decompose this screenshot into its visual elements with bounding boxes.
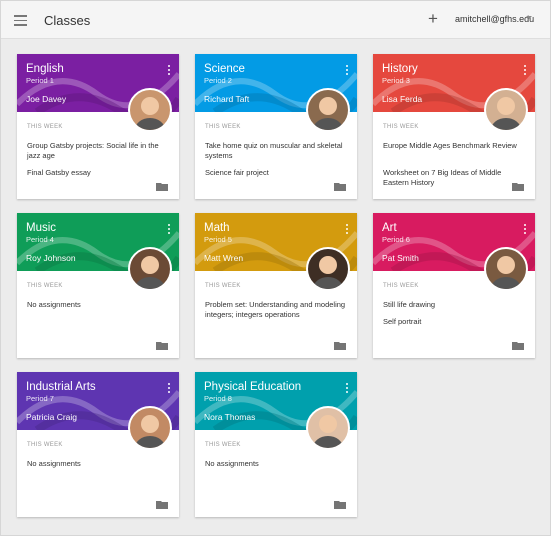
class-name[interactable]: Music: [26, 222, 56, 234]
this-week-label: THIS WEEK: [27, 124, 63, 130]
account-dropdown-icon[interactable]: [526, 16, 532, 19]
teacher-avatar: [306, 88, 350, 132]
teacher-name: Patricia Craig: [26, 412, 78, 422]
assignment-item[interactable]: Take home quiz on muscular and skeletal …: [205, 141, 347, 161]
class-card[interactable]: Art Period 6 Pat Smith THIS WEEK Still life …: [373, 213, 535, 358]
assignment-item[interactable]: Still life drawing: [383, 300, 525, 310]
folder-icon[interactable]: [334, 337, 346, 350]
this-week-label: THIS WEEK: [205, 442, 241, 448]
teacher-name: Pat Smith: [382, 253, 419, 263]
class-name[interactable]: Art: [382, 222, 397, 234]
folder-icon[interactable]: [334, 496, 346, 509]
teacher-avatar: [484, 88, 528, 132]
class-name[interactable]: Physical Education: [204, 381, 301, 393]
class-card[interactable]: Science Period 2 Richard Taft THIS WEEK Take…: [195, 54, 357, 199]
class-card[interactable]: History Period 3 Lisa Ferda THIS WEEK Europe…: [373, 54, 535, 199]
assignment-item[interactable]: Problem set: Understanding and modeling …: [205, 300, 347, 320]
assignment-item[interactable]: No assignments: [27, 459, 169, 469]
class-card[interactable]: Industrial Arts Period 7 Patricia Craig THI…: [17, 372, 179, 517]
folder-icon[interactable]: [512, 337, 524, 350]
folder-icon[interactable]: [156, 496, 168, 509]
teacher-name: Lisa Ferda: [382, 94, 423, 104]
assignment-item[interactable]: Worksheet on 7 Big Ideas of Middle Easte…: [383, 168, 525, 188]
teacher-name: Roy Johnson: [26, 253, 76, 263]
assignment-item[interactable]: Final Gatsby essay: [27, 168, 169, 178]
assignment-item[interactable]: Self portrait: [383, 317, 525, 327]
teacher-avatar: [484, 247, 528, 291]
page-title: Classes: [44, 13, 91, 28]
class-period: Period 7: [26, 394, 54, 403]
teacher-avatar: [128, 406, 172, 450]
class-card[interactable]: English Period 1 Joe Davey THIS WEEK Group G…: [17, 54, 179, 199]
folder-icon[interactable]: [512, 178, 524, 191]
teacher-name: Richard Taft: [204, 94, 250, 104]
this-week-label: THIS WEEK: [27, 283, 63, 289]
this-week-label: THIS WEEK: [383, 124, 419, 130]
teacher-avatar: [128, 88, 172, 132]
folder-icon[interactable]: [156, 337, 168, 350]
assignment-item[interactable]: No assignments: [27, 300, 169, 310]
more-options-icon[interactable]: [524, 65, 527, 77]
more-options-icon[interactable]: [346, 383, 349, 395]
folder-icon[interactable]: [156, 178, 168, 191]
class-card[interactable]: Physical Education Period 8 Nora Thomas THI…: [195, 372, 357, 517]
class-card[interactable]: Music Period 4 Roy Johnson THIS WEEK No assi…: [17, 213, 179, 358]
class-name[interactable]: Science: [204, 63, 245, 75]
more-options-icon[interactable]: [346, 65, 349, 77]
class-period: Period 8: [204, 394, 232, 403]
class-card[interactable]: Math Period 5 Matt Wren THIS WEEK Problem se…: [195, 213, 357, 358]
folder-icon[interactable]: [334, 178, 346, 191]
class-period: Period 3: [382, 76, 410, 85]
class-period: Period 6: [382, 235, 410, 244]
teacher-name: Matt Wren: [204, 253, 244, 263]
assignment-item[interactable]: Science fair project: [205, 168, 347, 178]
more-options-icon[interactable]: [346, 224, 349, 236]
teacher-name: Nora Thomas: [204, 412, 256, 422]
assignment-item[interactable]: Group Gatsby projects: Social life in th…: [27, 141, 169, 161]
assignment-item[interactable]: No assignments: [205, 459, 347, 469]
more-options-icon[interactable]: [168, 65, 171, 77]
this-week-label: THIS WEEK: [205, 283, 241, 289]
class-period: Period 4: [26, 235, 54, 244]
class-name[interactable]: English: [26, 63, 64, 75]
teacher-avatar: [128, 247, 172, 291]
class-name[interactable]: Math: [204, 222, 230, 234]
teacher-avatar: [306, 247, 350, 291]
add-class-icon[interactable]: +: [428, 10, 438, 27]
class-period: Period 1: [26, 76, 54, 85]
class-period: Period 2: [204, 76, 232, 85]
more-options-icon[interactable]: [168, 224, 171, 236]
this-week-label: THIS WEEK: [27, 442, 63, 448]
top-bar: Classes + amitchell@gfhs.edu: [1, 1, 550, 39]
more-options-icon[interactable]: [524, 224, 527, 236]
account-email[interactable]: amitchell@gfhs.edu: [455, 14, 534, 24]
menu-icon[interactable]: [14, 15, 27, 26]
this-week-label: THIS WEEK: [205, 124, 241, 130]
teacher-avatar: [306, 406, 350, 450]
class-name[interactable]: Industrial Arts: [26, 381, 96, 393]
teacher-name: Joe Davey: [26, 94, 67, 104]
assignment-item[interactable]: Europe Middle Ages Benchmark Review: [383, 141, 525, 151]
this-week-label: THIS WEEK: [383, 283, 419, 289]
class-period: Period 5: [204, 235, 232, 244]
more-options-icon[interactable]: [168, 383, 171, 395]
classroom-app: Classes + amitchell@gfhs.edu English Peri…: [0, 0, 551, 536]
class-name[interactable]: History: [382, 63, 418, 75]
